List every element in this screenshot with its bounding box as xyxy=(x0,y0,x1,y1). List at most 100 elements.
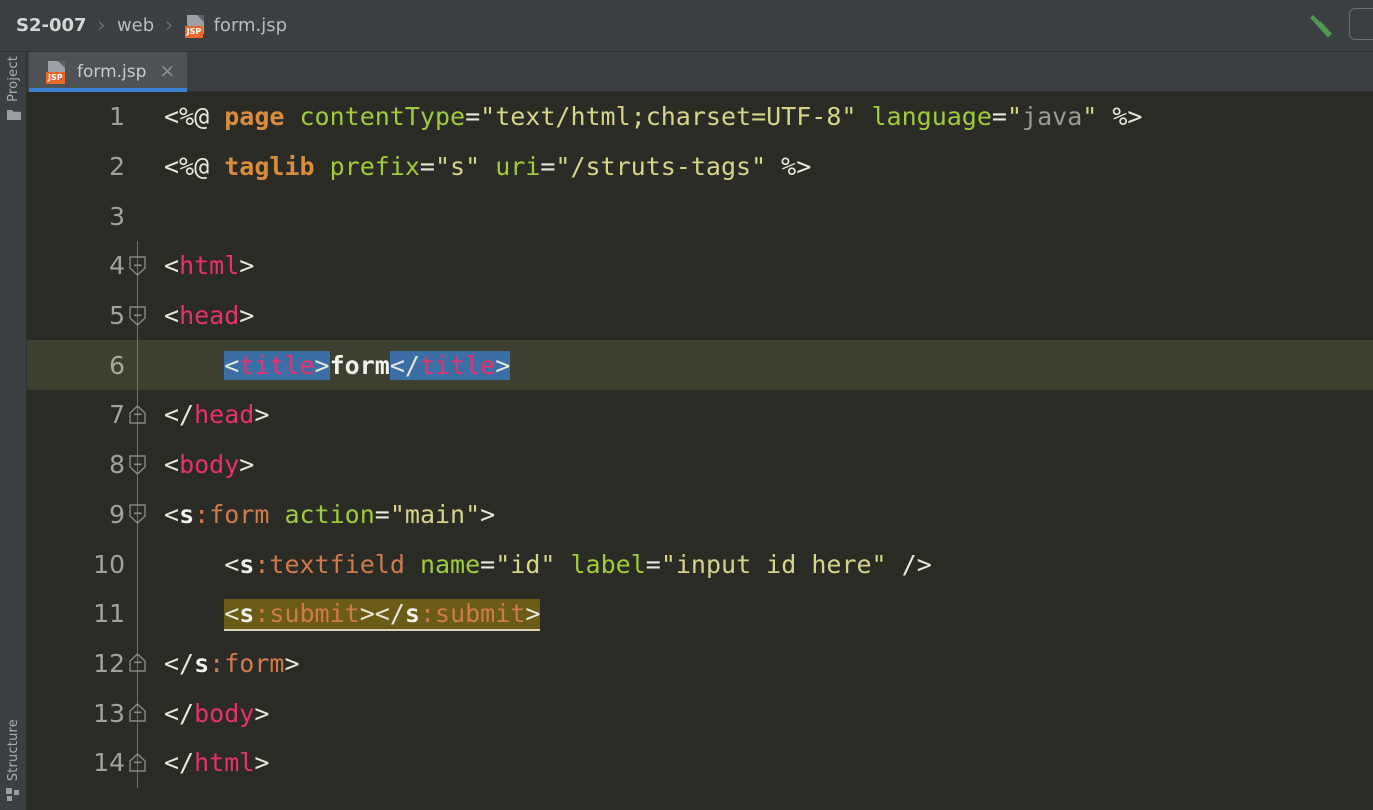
fold-column[interactable] xyxy=(125,191,150,241)
code-warning-highlight[interactable]: <s:submit></s:submit> xyxy=(224,599,541,632)
editor-code-area[interactable]: 1 <%@ page contentType="text/html;charset… xyxy=(27,92,1373,810)
line-number: 2 xyxy=(109,152,125,182)
code-token: : xyxy=(209,648,225,678)
code-token: s xyxy=(239,549,255,579)
code-line[interactable]: 13 </body> xyxy=(27,688,1373,738)
code-fold-open-icon[interactable] xyxy=(129,256,146,276)
line-number: 8 xyxy=(109,450,125,480)
code-fold-close-icon[interactable] xyxy=(129,405,146,425)
code-fold-open-icon[interactable] xyxy=(129,305,146,326)
editor-tab-bar: JSP form.jsp × xyxy=(27,52,1373,92)
code-token: > xyxy=(254,698,270,728)
tool-window-button-structure[interactable]: Structure xyxy=(0,719,27,802)
fold-column[interactable] xyxy=(125,142,150,192)
code-line[interactable]: 9 <s:form action="main"> xyxy=(27,489,1373,540)
breadcrumb-item-file[interactable]: JSP form.jsp xyxy=(183,14,290,38)
code-line[interactable]: 3 xyxy=(27,191,1373,241)
fold-column[interactable] xyxy=(125,638,150,689)
line-number: 10 xyxy=(93,549,125,579)
code-text: <html> xyxy=(150,251,254,280)
code-token: /> xyxy=(886,549,932,579)
code-token: label xyxy=(570,549,646,579)
fold-column[interactable] xyxy=(125,439,150,490)
code-token: action xyxy=(284,499,375,529)
code-token: > xyxy=(284,648,300,678)
fold-column[interactable] xyxy=(125,241,150,291)
breadcrumb-separator-icon: › xyxy=(97,12,106,37)
fold-column[interactable] xyxy=(125,688,150,738)
line-number: 12 xyxy=(93,648,125,678)
tool-window-label: Project xyxy=(6,56,21,102)
code-fold-close-icon[interactable] xyxy=(129,752,146,773)
code-text: <s:form action="main"> xyxy=(150,500,495,529)
fold-column[interactable] xyxy=(125,390,150,440)
close-icon[interactable]: × xyxy=(155,61,175,81)
jsp-file-icon: JSP xyxy=(46,60,68,84)
code-token: </ xyxy=(164,698,195,728)
breadcrumb-label: web xyxy=(116,15,155,36)
code-token: taglib xyxy=(224,152,315,182)
fold-column[interactable] xyxy=(125,539,150,589)
code-token: contentType xyxy=(299,102,466,132)
code-token: <%@ xyxy=(164,102,225,132)
code-token: > xyxy=(480,499,496,529)
line-number: 11 xyxy=(93,599,125,629)
run-configuration-selector[interactable] xyxy=(1349,8,1373,40)
code-token: uri xyxy=(495,152,541,182)
breadcrumb-item-web[interactable]: web xyxy=(115,15,156,36)
code-text: <title>form</title> xyxy=(150,350,511,380)
code-fold-open-icon[interactable] xyxy=(129,504,146,525)
code-text: <s:textfield name="id" label="input id h… xyxy=(150,550,932,579)
tool-window-button-project[interactable]: Project xyxy=(0,56,27,122)
breadcrumb-item-project[interactable]: S2-007 xyxy=(14,15,89,36)
code-fold-open-icon[interactable] xyxy=(129,454,146,475)
code-line[interactable]: 11 <s:submit></s:submit> xyxy=(27,588,1373,639)
editor-tab-form-jsp[interactable]: JSP form.jsp × xyxy=(29,52,188,92)
fold-column[interactable] xyxy=(125,340,150,391)
code-line[interactable]: 7 </head> xyxy=(27,390,1373,440)
breadcrumb-bar: S2-007 › web › JSP form.jsp xyxy=(0,0,1373,52)
code-line[interactable]: 4 <html> xyxy=(27,241,1373,291)
code-text: <%@ page contentType="text/html;charset=… xyxy=(150,102,1142,131)
code-editor[interactable]: 1 <%@ page contentType="text/html;charset… xyxy=(27,92,1373,810)
code-token: > xyxy=(239,251,255,281)
code-token: </ xyxy=(164,648,195,678)
code-line[interactable]: 8 <body> xyxy=(27,439,1373,490)
fold-column[interactable] xyxy=(125,489,150,540)
code-line[interactable]: 6 <title>form</title> xyxy=(27,340,1373,391)
fold-column[interactable] xyxy=(125,290,150,341)
code-line[interactable]: 10 <s:textfield name="id" label="input i… xyxy=(27,539,1373,589)
ide-window: S2-007 › web › JSP form.jsp Project Stru… xyxy=(0,0,1373,810)
code-line[interactable]: 1 <%@ page contentType="text/html;charset… xyxy=(27,92,1373,142)
code-line[interactable]: 14 </html> xyxy=(27,737,1373,788)
code-fold-close-icon[interactable] xyxy=(129,703,146,723)
editor-vertical-scrollbar[interactable] xyxy=(1361,92,1373,810)
hammer-icon[interactable] xyxy=(1307,11,1337,41)
code-fold-close-icon[interactable] xyxy=(129,653,146,673)
code-text: <head> xyxy=(150,301,254,330)
code-token: submit xyxy=(435,599,526,629)
code-token: > xyxy=(314,350,330,380)
code-token: : xyxy=(419,599,436,629)
code-token: s xyxy=(239,599,255,629)
code-token: = xyxy=(374,499,390,529)
code-token: " xyxy=(1082,102,1098,132)
fold-column[interactable] xyxy=(125,737,150,788)
code-token: "/struts-tags" xyxy=(555,152,767,182)
code-token: > xyxy=(254,400,270,430)
code-line[interactable]: 5 <head> xyxy=(27,290,1373,341)
code-token: "main" xyxy=(389,499,481,529)
left-tool-strip: Project Structure xyxy=(0,52,27,810)
fold-column[interactable] xyxy=(125,92,150,142)
line-number: 4 xyxy=(109,251,125,281)
code-line[interactable]: 12 </s:form> xyxy=(27,638,1373,689)
code-text: </body> xyxy=(150,699,269,728)
fold-column[interactable] xyxy=(125,588,150,639)
code-token: %> xyxy=(766,152,812,182)
code-line[interactable]: 2 <%@ taglib prefix="s" uri="/struts-tags… xyxy=(27,142,1373,192)
code-token: head xyxy=(179,301,240,331)
code-token: = xyxy=(465,102,481,132)
